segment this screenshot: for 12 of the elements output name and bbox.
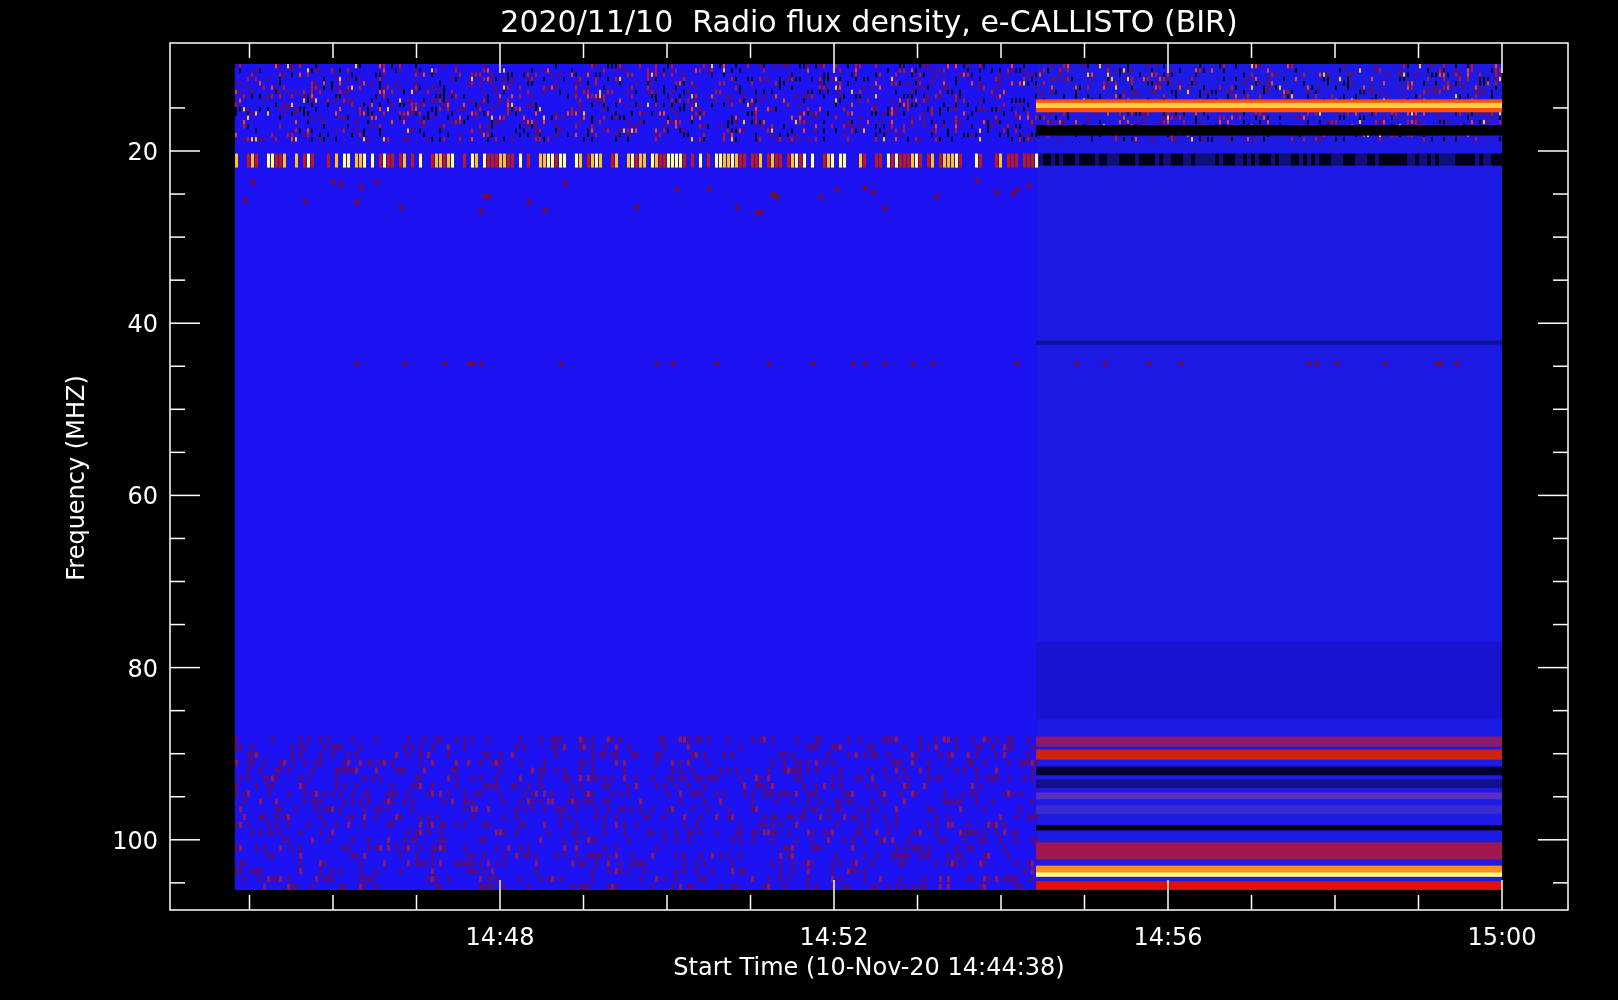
x-tick-label: 14:56	[1133, 923, 1203, 951]
y-tick-label: 40	[127, 310, 158, 339]
y-tick-label: 80	[127, 654, 158, 683]
y-tick-label: 100	[112, 826, 158, 855]
y-tick-label: 20	[127, 138, 158, 166]
x-tick-label: 14:52	[799, 923, 869, 951]
x-axis-label: Start Time (10-Nov-20 14:44:38)	[673, 953, 1065, 981]
y-axis-label: Frequency (MHZ)	[62, 375, 90, 581]
x-tick-label: 15:00	[1467, 923, 1537, 951]
x-tick-label: 14:48	[465, 923, 535, 951]
plot-title: 2020/11/10 Radio flux density, e-CALLISTO (BIR)	[500, 4, 1238, 39]
y-tick-label: 60	[127, 482, 158, 511]
